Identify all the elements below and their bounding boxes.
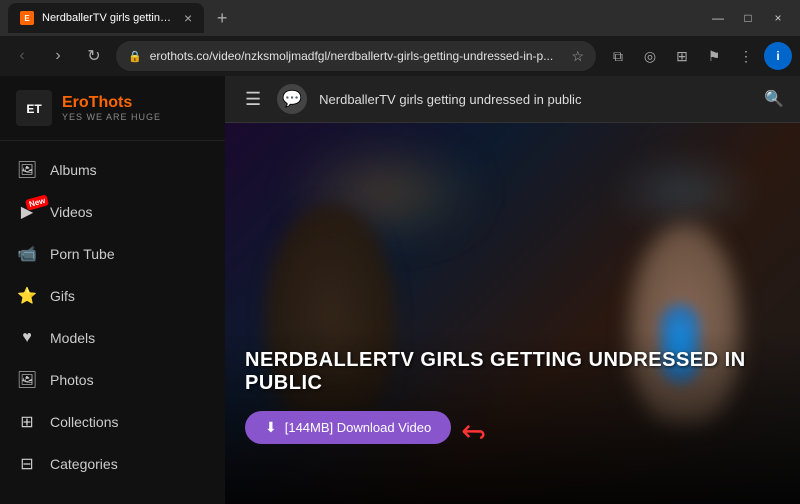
new-tab-button[interactable]: + [208, 4, 236, 32]
sidebar-item-categories[interactable]: ⊟ Categories [0, 443, 225, 485]
svg-text:ET: ET [26, 102, 42, 116]
models-icon: ♥ [16, 327, 38, 349]
collections-label: Collections [50, 414, 118, 430]
sidebar-item-porn-tube[interactable]: 📹 Porn Tube [0, 233, 225, 275]
extensions-icon[interactable]: ⧉ [604, 42, 632, 70]
chat-icon: 💬 [282, 89, 302, 109]
download-label: [144MB] Download Video [285, 420, 431, 435]
collections-icon: ⊞ [16, 411, 38, 433]
back-button[interactable]: ‹ [8, 42, 36, 70]
search-icon[interactable]: 🔍 [764, 89, 784, 109]
gifs-label: Gifs [50, 288, 75, 304]
download-button[interactable]: ⬇ [144MB] Download Video [245, 411, 451, 444]
bg-glow-2 [610, 153, 760, 233]
sidebar-item-albums[interactable]: 🖼 Albums [0, 149, 225, 191]
sidebar-item-videos[interactable]: ▶ Videos New [0, 191, 225, 233]
sidebar-item-photos[interactable]: 🖼 Photos [0, 359, 225, 401]
sidebar-footer: Made with love ♥ 2023 Erothots · Report … [0, 493, 225, 504]
reload-button[interactable]: ↻ [80, 42, 108, 70]
url-text: erothots.co/video/nzksmoljmadfgl/nerdbal… [150, 49, 564, 63]
sidebar: ET EroThots YES WE ARE HUGE 🖼 Albums ▶ V… [0, 76, 225, 504]
download-btn-wrapper: ⬇ [144MB] Download Video ↩ [245, 411, 451, 444]
browser-chrome: E NerdballerTV girls getting und... × + … [0, 0, 800, 76]
profile-icon[interactable]: i [764, 42, 792, 70]
porn-tube-label: Porn Tube [50, 246, 115, 262]
arrow-indicator: ↩ [461, 414, 486, 449]
categories-label: Categories [50, 456, 118, 472]
gifs-icon: ⭐ [16, 285, 38, 307]
chat-button[interactable]: 💬 [277, 84, 307, 114]
minimize-button[interactable]: — [704, 4, 732, 32]
albums-icon: 🖼 [16, 159, 38, 181]
models-label: Models [50, 330, 95, 346]
sidebar-item-gifs[interactable]: ⭐ Gifs [0, 275, 225, 317]
active-tab[interactable]: E NerdballerTV girls getting und... × [8, 3, 204, 33]
video-container: NERDBALLERTV GIRLS GETTING UNDRESSED IN … [225, 123, 800, 504]
logo-area: ET EroThots YES WE ARE HUGE [0, 76, 225, 141]
toolbar-icons: ⧉ ◎ ⊞ ⚑ ⋮ i [604, 42, 792, 70]
camera-icon[interactable]: ◎ [636, 42, 664, 70]
top-bar: ☰ 💬 NerdballerTV girls getting undressed… [225, 76, 800, 123]
videos-label: Videos [50, 204, 93, 220]
window-controls: — □ × [704, 4, 792, 32]
search-display: NerdballerTV girls getting undressed in … [319, 92, 752, 107]
address-bar: ‹ › ↻ 🔒 erothots.co/video/nzksmoljmadfgl… [0, 36, 800, 76]
photos-label: Photos [50, 372, 94, 388]
shield-icon[interactable]: ⚑ [700, 42, 728, 70]
url-bar[interactable]: 🔒 erothots.co/video/nzksmoljmadfgl/nerdb… [116, 41, 596, 71]
tab-favicon: E [20, 11, 34, 25]
video-overlay: NERDBALLERTV GIRLS GETTING UNDRESSED IN … [225, 329, 800, 504]
sidebar-item-models[interactable]: ♥ Models [0, 317, 225, 359]
puzzle-icon[interactable]: ⊞ [668, 42, 696, 70]
logo-subtitle: YES WE ARE HUGE [62, 112, 161, 122]
logo-text: EroThots YES WE ARE HUGE [62, 94, 161, 122]
content-area: ☰ 💬 NerdballerTV girls getting undressed… [225, 76, 800, 504]
nav-items: 🖼 Albums ▶ Videos New 📹 Porn Tube ⭐ Gifs… [0, 141, 225, 493]
lock-icon: 🔒 [128, 50, 142, 63]
close-button[interactable]: × [764, 4, 792, 32]
sidebar-item-collections[interactable]: ⊞ Collections [0, 401, 225, 443]
maximize-button[interactable]: □ [734, 4, 762, 32]
photos-icon: 🖼 [16, 369, 38, 391]
more-icon[interactable]: ⋮ [732, 42, 760, 70]
forward-button[interactable]: › [44, 42, 72, 70]
categories-icon: ⊟ [16, 453, 38, 475]
porn-tube-icon: 📹 [16, 243, 38, 265]
tab-title: NerdballerTV girls getting und... [42, 12, 172, 24]
logo-title: EroThots [62, 94, 161, 112]
hamburger-button[interactable]: ☰ [241, 85, 265, 114]
main-layout: ET EroThots YES WE ARE HUGE 🖼 Albums ▶ V… [0, 76, 800, 504]
video-title: NERDBALLERTV GIRLS GETTING UNDRESSED IN … [245, 349, 780, 395]
logo-icon: ET [16, 90, 52, 126]
tab-close-button[interactable]: × [184, 10, 192, 26]
download-icon: ⬇ [265, 419, 277, 436]
bookmark-icon[interactable]: ☆ [571, 48, 584, 65]
tab-bar: E NerdballerTV girls getting und... × + … [0, 0, 800, 36]
albums-label: Albums [50, 162, 97, 178]
